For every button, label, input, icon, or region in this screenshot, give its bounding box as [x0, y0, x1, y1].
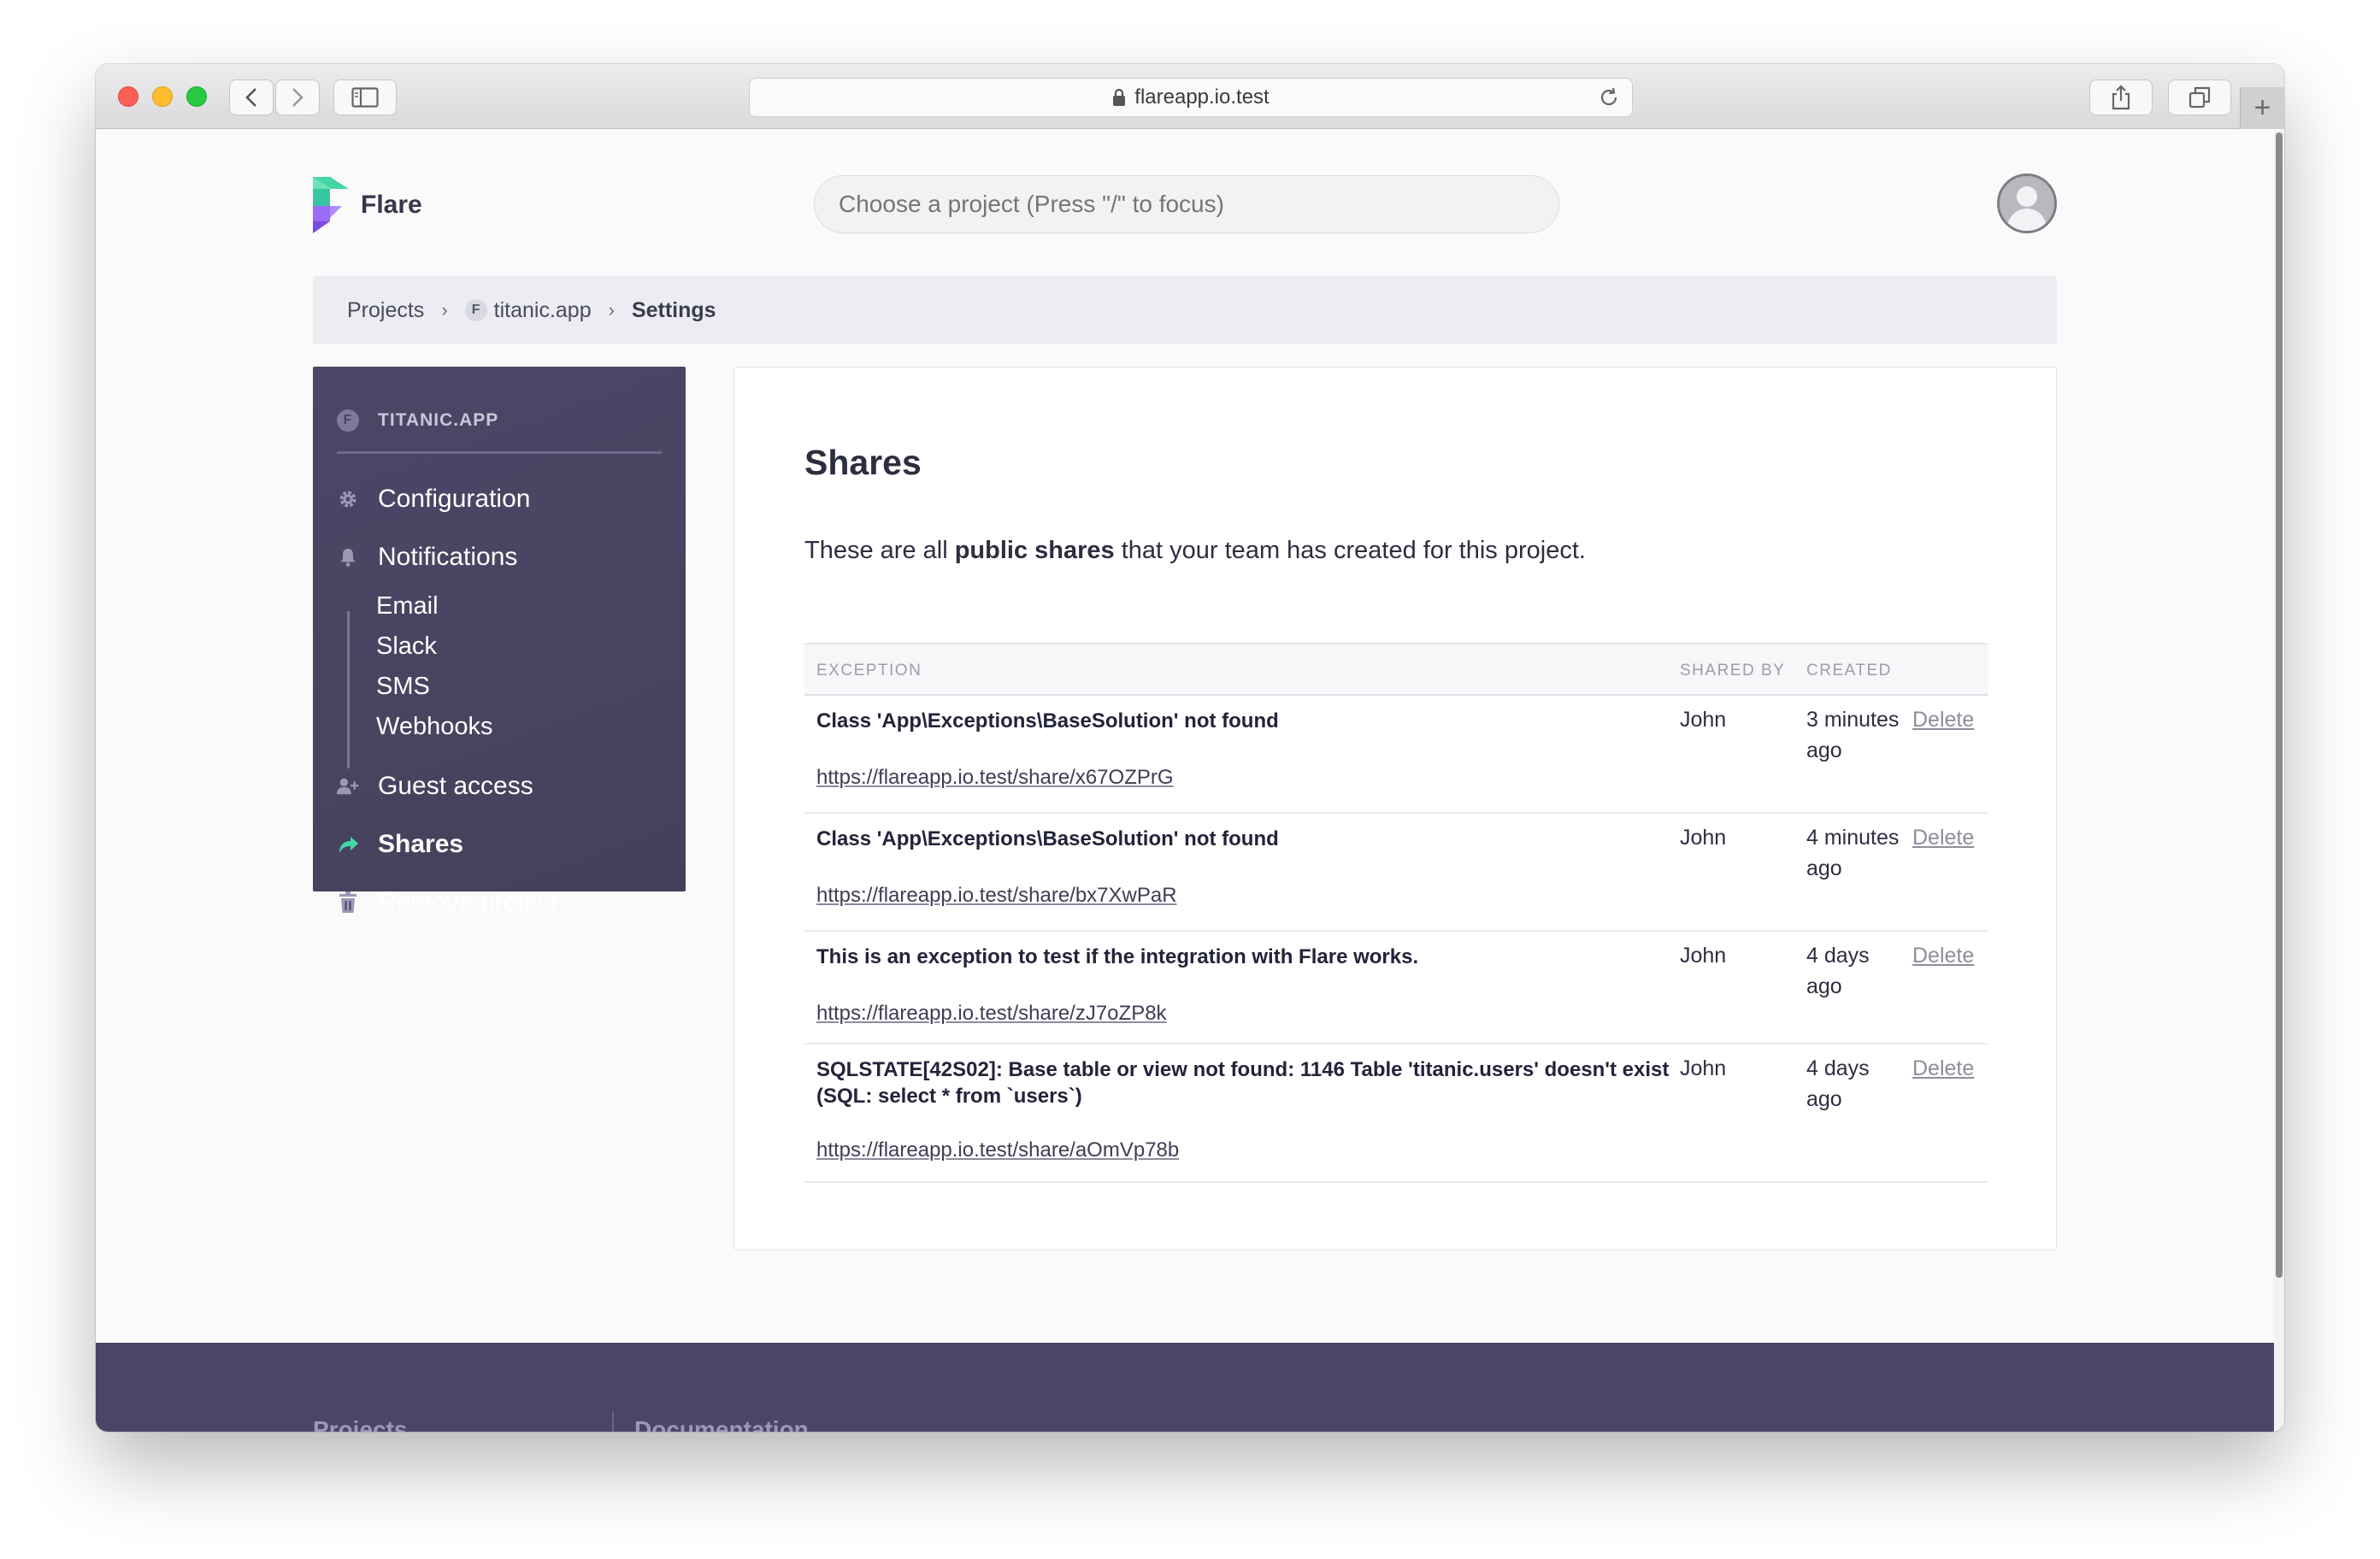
- exception-message: Class 'App\Exceptions\BaseSolution' not …: [816, 827, 1279, 850]
- zoom-window-button[interactable]: [186, 86, 207, 107]
- lock-icon: [1113, 88, 1126, 106]
- browser-window: flareapp.io.test + Flare Choose a projec…: [96, 64, 2284, 1432]
- breadcrumb-projects-link[interactable]: Projects: [347, 298, 424, 323]
- breadcrumb-project-link[interactable]: titanic.app: [494, 298, 592, 323]
- share-link[interactable]: https://flareapp.io.test/share/aOmVp78b: [816, 1138, 1179, 1162]
- address-bar[interactable]: flareapp.io.test: [749, 78, 1633, 117]
- page-title: Shares: [804, 443, 922, 482]
- shares-table: EXCEPTION SHARED BY CREATED Class 'App\E…: [804, 643, 1988, 1183]
- footer-link-documentation[interactable]: Documentation: [634, 1416, 809, 1432]
- shared-by: John: [1680, 944, 1727, 968]
- created-time: 4 days ago: [1806, 944, 1870, 998]
- exception-message: SQLSTATE[42S02]: Base table or view not …: [816, 1058, 1670, 1108]
- browser-titlebar: flareapp.io.test +: [96, 64, 2284, 129]
- chevron-right-icon: ›: [608, 299, 615, 321]
- table-row: Class 'App\Exceptions\BaseSolution' not …: [804, 814, 1988, 932]
- flare-logo-icon: [313, 177, 349, 233]
- sidebar-item-notifications[interactable]: Notifications: [337, 543, 517, 572]
- share-button[interactable]: [2089, 79, 2153, 115]
- share-icon: [2112, 85, 2130, 110]
- submenu-line: [347, 611, 350, 768]
- user-icon: [2000, 176, 2054, 231]
- column-header-exception: EXCEPTION: [816, 662, 922, 679]
- sidebar-item-label: Notifications: [378, 543, 518, 571]
- sidebar-divider: [337, 451, 662, 454]
- exception-message: Class 'App\Exceptions\BaseSolution' not …: [816, 709, 1279, 732]
- project-badge: F: [337, 409, 359, 432]
- tabs-overview-button[interactable]: [2168, 79, 2231, 115]
- sidebar-item-remove-project[interactable]: Remove project: [337, 888, 557, 917]
- shared-by: John: [1680, 826, 1727, 850]
- new-tab-button[interactable]: +: [2240, 87, 2284, 129]
- table-row: Class 'App\Exceptions\BaseSolution' not …: [804, 696, 1988, 814]
- close-window-button[interactable]: [118, 86, 138, 107]
- sidebar-subitem-sms[interactable]: SMS: [376, 673, 430, 701]
- share-arrow-icon: [337, 833, 359, 856]
- footer-divider: [612, 1411, 614, 1432]
- back-button[interactable]: [229, 79, 274, 115]
- gear-icon: [337, 488, 359, 510]
- column-header-created: CREATED: [1806, 662, 1892, 679]
- trash-icon: [337, 891, 359, 914]
- shares-card: Shares These are all public shares that …: [733, 367, 2057, 1250]
- breadcrumb: Projects › F titanic.app › Settings: [313, 276, 2057, 344]
- footer-link-projects[interactable]: Projects: [313, 1416, 408, 1432]
- created-time: 4 minutes ago: [1806, 826, 1900, 880]
- delete-share-button[interactable]: Delete: [1912, 708, 1974, 732]
- share-link[interactable]: https://flareapp.io.test/share/zJ7oZP8k: [816, 1002, 1167, 1026]
- tabs-icon: [2189, 86, 2211, 109]
- table-header: EXCEPTION SHARED BY CREATED: [804, 643, 1988, 696]
- scrollbar-thumb[interactable]: [2276, 132, 2283, 1278]
- delete-share-button[interactable]: Delete: [1912, 1056, 1974, 1081]
- flare-logo[interactable]: Flare: [313, 177, 422, 233]
- sidebar-item-label: Guest access: [378, 772, 533, 800]
- forward-button[interactable]: [275, 79, 320, 115]
- sidebar-item-configuration[interactable]: Configuration: [337, 485, 530, 514]
- settings-sidebar: F TITANIC.APP Configuration Notification…: [313, 367, 686, 916]
- table-row: This is an exception to test if the inte…: [804, 932, 1988, 1044]
- share-link[interactable]: https://flareapp.io.test/share/x67OZPrG: [816, 766, 1174, 790]
- shares-intro: These are all public shares that your te…: [804, 537, 1586, 564]
- chevron-left-icon: [245, 88, 256, 107]
- sidebar-icon: [351, 87, 379, 108]
- sidebar-item-label: Shares: [378, 830, 464, 858]
- user-avatar[interactable]: [1997, 174, 2057, 233]
- sidebar-subitem-webhooks[interactable]: Webhooks: [376, 713, 493, 741]
- site-footer: [96, 1343, 2274, 1432]
- project-badge: F: [464, 299, 487, 321]
- chevron-right-icon: ›: [441, 299, 448, 321]
- sidebar-item-guest-access[interactable]: Guest access: [337, 772, 533, 801]
- column-header-shared-by: SHARED BY: [1680, 662, 1786, 679]
- project-search-input[interactable]: [814, 175, 1559, 233]
- sidebar-project-header: F TITANIC.APP: [337, 409, 498, 432]
- created-time: 4 days ago: [1806, 1056, 1870, 1111]
- sidebar-toggle-button[interactable]: [333, 79, 397, 115]
- chevron-right-icon: [292, 88, 303, 107]
- delete-share-button[interactable]: Delete: [1912, 826, 1974, 850]
- sidebar-item-shares[interactable]: Shares: [337, 830, 463, 859]
- bell-icon: [337, 546, 359, 568]
- delete-share-button[interactable]: Delete: [1912, 944, 1974, 968]
- url-text: flareapp.io.test: [1134, 85, 1270, 109]
- sidebar-item-label: Configuration: [378, 485, 531, 513]
- created-time: 3 minutes ago: [1806, 708, 1900, 762]
- sidebar-item-label: Remove project: [378, 888, 558, 916]
- user-plus-icon: [337, 775, 359, 797]
- shared-by: John: [1680, 708, 1727, 732]
- minimize-window-button[interactable]: [152, 86, 173, 107]
- sidebar-project-name: TITANIC.APP: [378, 410, 499, 430]
- sidebar-subitem-email[interactable]: Email: [376, 592, 439, 621]
- shared-by: John: [1680, 1056, 1727, 1080]
- share-link[interactable]: https://flareapp.io.test/share/bx7XwPaR: [816, 884, 1177, 908]
- sidebar-subitem-slack[interactable]: Slack: [376, 632, 437, 661]
- table-row: SQLSTATE[42S02]: Base table or view not …: [804, 1044, 1988, 1183]
- breadcrumb-current: Settings: [631, 297, 716, 322]
- exception-message: This is an exception to test if the inte…: [816, 945, 1419, 968]
- reload-icon[interactable]: [1598, 86, 1620, 109]
- app-name: Flare: [361, 191, 422, 219]
